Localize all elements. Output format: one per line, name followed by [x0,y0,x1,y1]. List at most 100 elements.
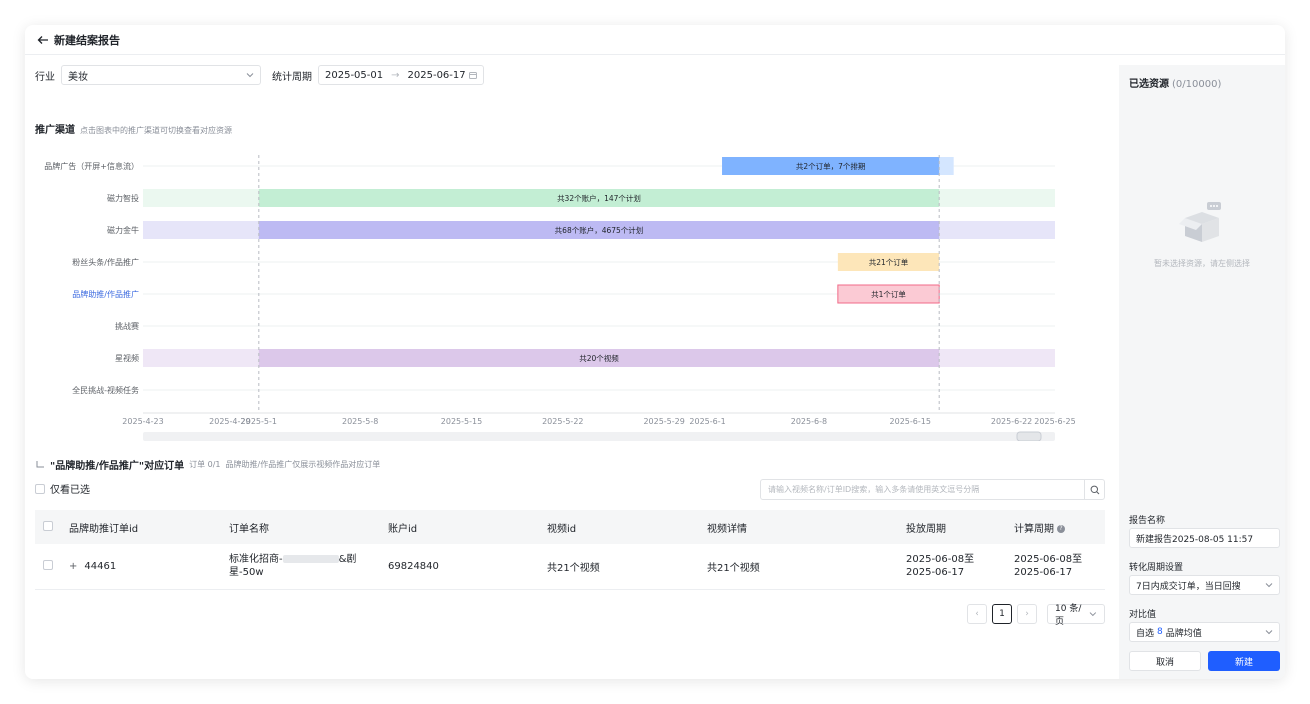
account-id-cell: 69824840 [380,544,539,590]
video-detail-cell: 共21个视频 [699,544,898,590]
chart-scrollbar-handle[interactable] [1016,431,1042,441]
only-selected-toggle[interactable]: 仅看已选 [35,481,90,496]
filter-bar: 行业 美妆 统计周期 2025-05-01 → 2025-06-17 [35,65,484,85]
order-name-line2: 星-50w [229,567,264,579]
empty-box-icon [1179,202,1221,242]
compare-suffix: 品牌均值 [1165,628,1202,639]
next-page-button[interactable]: › [1017,604,1037,624]
delivery-end: 2025-06-17 [906,567,965,579]
calendar-icon [469,72,477,79]
corner-arrow-icon [36,460,44,467]
conversion-select[interactable]: 7日内成交订单，当日回搜 [1129,575,1280,595]
page-title: 新建结案报告 [54,33,120,47]
page-size-select[interactable]: 10 条/页 [1047,604,1105,627]
x-tick-4: 2025-5-15 [441,417,482,426]
bar-label-1: 共32个账户，147个计划 [557,193,641,203]
x-tick-11: 2025-6-25 [1034,417,1075,426]
create-button[interactable]: 新建 [1208,651,1280,671]
channels-heading: 推广渠道 点击图表中的推广渠道可切换查看对应资源 [35,121,232,136]
search-input[interactable] [761,480,1084,499]
date-range-picker[interactable]: 2025-05-01 → 2025-06-17 [318,65,484,85]
selected-resources-title: 已选资源 (0/10000) [1129,75,1221,90]
industry-select[interactable]: 美妆 [61,65,261,85]
x-tick-6: 2025-5-29 [643,417,684,426]
video-id-cell: 共21个视频 [539,544,699,590]
compare-select[interactable]: 自选 8 品牌均值 [1129,622,1280,642]
empty-text: 暂未选择资源，请左侧选择 [1154,259,1250,268]
orders-count: 订单 0/1 [189,460,221,469]
table-row[interactable]: +44461 标准化招商- &剧 星-50w 69824840 共21个视频 共2… [35,544,1105,590]
report-name-label: 报告名称 [1129,516,1166,526]
back-arrow-icon[interactable] [37,34,49,46]
search-icon [1090,485,1099,494]
date-start: 2025-05-01 [325,69,384,81]
range-arrow-icon: → [391,69,400,81]
col-order-id: 品牌助推订单id [61,510,221,544]
only-selected-label: 仅看已选 [50,485,90,496]
bar-label-0: 共2个订单，7个排期 [796,161,866,171]
channel-label-1[interactable]: 磁力智投 [107,193,139,203]
channel-label-6[interactable]: 星视频 [115,353,139,363]
col-video-detail: 视频详情 [699,510,898,544]
prev-page-button[interactable]: ‹ [967,604,987,624]
orders-note: 品牌助推/作品推广仅展示视频作品对应订单 [225,460,381,469]
selected-title: 已选资源 [1129,79,1169,90]
report-modal: 新建结案报告 行业 美妆 统计周期 2025-05-01 → 2025-06-1… [25,25,1285,679]
x-tick-2: 2025-5-1 [241,417,277,426]
channel-label-5[interactable]: 挑战赛 [115,321,139,331]
bar-label-4: 共1个订单 [871,289,906,299]
select-all-checkbox[interactable] [43,520,53,531]
left-panel: 行业 美妆 统计周期 2025-05-01 → 2025-06-17 推广渠道 … [25,55,1119,679]
report-name-input[interactable] [1136,533,1273,543]
conversion-label: 转化周期设置 [1129,563,1184,573]
period-label: 统计周期 [272,71,312,83]
date-end: 2025-06-17 [407,69,466,81]
conversion-value: 7日内成交订单，当日回搜 [1136,581,1241,592]
industry-label: 行业 [35,71,55,83]
col-calc-period: 计算周期? [1006,510,1105,544]
report-name-field [1129,528,1280,548]
orders-heading: "品牌助推/作品推广"对应订单 订单 0/1 品牌助推/作品推广仅展示视频作品对… [35,457,385,472]
x-tick-0: 2025-4-23 [122,417,163,426]
channel-label-0[interactable]: 品牌广告（开屏+信息流） [44,161,139,171]
order-name-end: &剧 [338,554,357,566]
channel-gantt-chart: 品牌广告（开屏+信息流） 磁力智投磁力金牛粉丝头条/作品推广品牌助推/作品推广挑战… [44,155,1076,441]
cancel-button[interactable]: 取消 [1129,651,1201,671]
delivery-start: 2025-06-08至 [906,554,975,566]
pagination: ‹ 1 › 10 条/页 [967,604,1105,627]
x-tick-8: 2025-6-8 [791,417,827,426]
x-tick-10: 2025-6-22 [991,417,1032,426]
selected-resources-panel: 已选资源(0/10000) 暂未选择资源，请左侧选择 报告名称 转化周期设置 7… [1119,65,1285,679]
selected-count: (0/10000) [1172,79,1222,90]
row-checkbox[interactable] [43,559,53,570]
industry-value: 美妆 [68,71,88,83]
only-selected-checkbox[interactable] [35,483,45,494]
page-size-value: 10 条/页 [1055,604,1082,627]
compare-label: 对比值 [1129,610,1157,620]
channel-label-4[interactable]: 品牌助推/作品推广 [72,289,139,299]
col-order-name: 订单名称 [221,510,380,544]
order-name-cell: 标准化招商- &剧 星-50w [221,544,380,590]
chevron-down-icon [1265,583,1273,588]
col-delivery-period: 投放周期 [898,510,1006,544]
col-video-id: 视频id [539,510,699,544]
col-calc-period-label: 计算周期 [1014,523,1054,535]
chevron-down-icon [246,73,254,78]
compare-count: 8 [1157,627,1163,637]
channel-label-3[interactable]: 粉丝头条/作品推广 [72,257,139,267]
expand-plus-icon[interactable]: + [69,561,77,572]
calc-start: 2025-06-08至 [1014,554,1083,566]
x-tick-3: 2025-5-8 [342,417,378,426]
channel-label-2[interactable]: 磁力金牛 [107,225,139,235]
search-button[interactable] [1084,480,1104,499]
order-name-line1: 标准化招商- [229,554,283,566]
channels-title: 推广渠道 [35,125,75,136]
col-account-id: 账户id [380,510,539,544]
channels-hint: 点击图表中的推广渠道可切换查看对应资源 [80,126,232,135]
order-id-cell: +44461 [61,544,221,590]
calc-period-cell: 2025-06-08至 2025-06-17 [1006,544,1105,590]
page-number-button[interactable]: 1 [992,604,1012,624]
channel-label-7[interactable]: 全民挑战-视频任务 [72,385,139,395]
help-icon[interactable]: ? [1057,524,1065,533]
order-search [760,479,1105,500]
